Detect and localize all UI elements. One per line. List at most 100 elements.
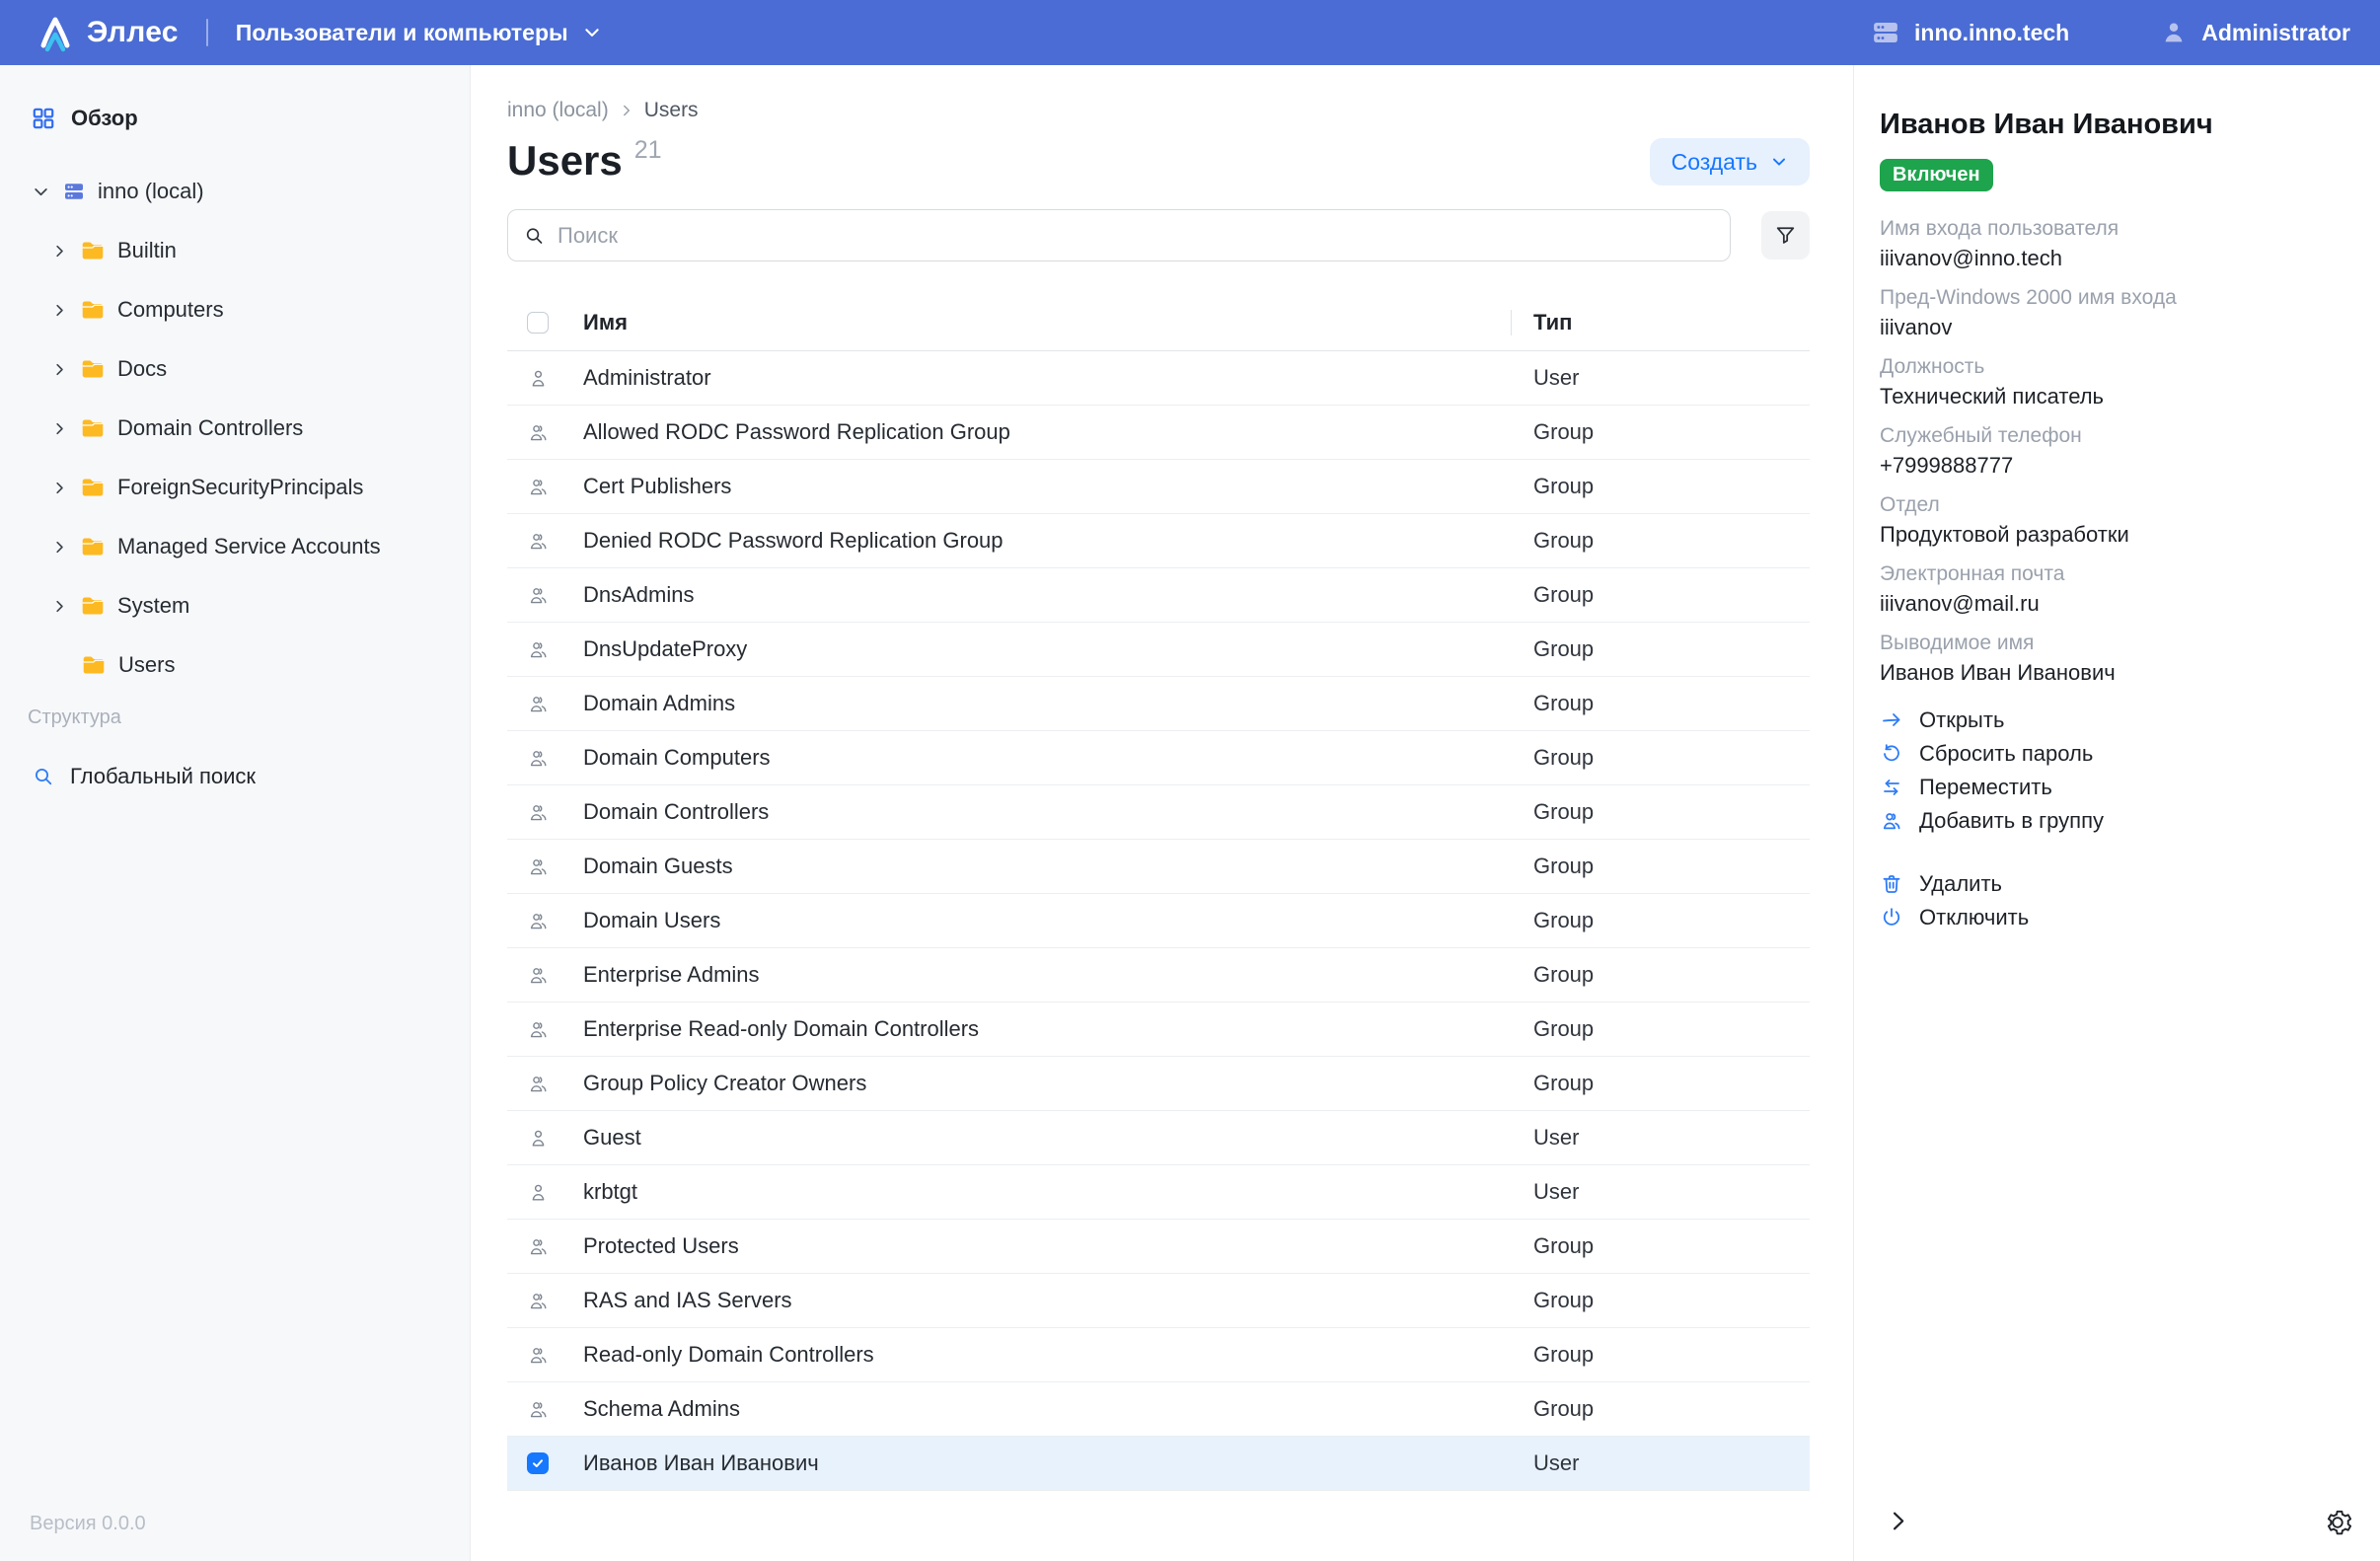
chevron-right-icon[interactable] xyxy=(51,480,68,496)
row-name: Domain Controllers xyxy=(583,799,1511,825)
column-header-type[interactable]: Тип xyxy=(1511,310,1810,335)
chevron-down-icon[interactable] xyxy=(32,183,50,201)
field-label: Должность xyxy=(1880,355,2350,379)
table-row[interactable]: Schema Admins Group xyxy=(507,1382,1810,1437)
objects-table: Имя Тип xyxy=(507,294,1810,1491)
global-search-item[interactable]: Глобальный поиск xyxy=(0,757,470,796)
chevron-right-icon[interactable] xyxy=(51,420,68,437)
row-name: Иванов Иван Иванович xyxy=(583,1450,1511,1476)
chevron-right-icon[interactable] xyxy=(51,302,68,319)
gear-icon[interactable] xyxy=(2323,1508,2352,1537)
tree-item-folder[interactable]: Domain Controllers xyxy=(0,399,470,458)
row-type: Group xyxy=(1511,1342,1810,1368)
overview-label: Обзор xyxy=(71,106,138,131)
row-name: Schema Admins xyxy=(583,1396,1511,1422)
select-all-checkbox[interactable] xyxy=(527,312,549,334)
table-row[interactable]: Domain Computers Group xyxy=(507,731,1810,785)
delete-action[interactable]: Удалить xyxy=(1880,867,2350,901)
row-name: DnsUpdateProxy xyxy=(583,636,1511,662)
table-row[interactable]: DnsAdmins Group xyxy=(507,568,1810,623)
account-indicator[interactable]: Administrator xyxy=(2160,19,2350,46)
column-header-name[interactable]: Имя xyxy=(583,310,1511,335)
row-type: Group xyxy=(1511,1071,1810,1096)
chevron-right-icon[interactable] xyxy=(51,243,68,260)
field-label: Имя входа пользователя xyxy=(1880,217,2350,241)
details-fields: Имя входа пользователяiiivanov@inno.tech… xyxy=(1880,217,2350,686)
tree-item-folder[interactable]: ForeignSecurityPrincipals xyxy=(0,458,470,517)
tree-item-folder[interactable]: Managed Service Accounts xyxy=(0,517,470,576)
collapse-panel-button[interactable] xyxy=(1886,1509,1910,1533)
folder-icon xyxy=(80,593,106,619)
folder-icon xyxy=(80,534,106,559)
table-row[interactable]: Group Policy Creator Owners Group xyxy=(507,1057,1810,1111)
breadcrumb-root[interactable]: inno (local) xyxy=(507,99,609,122)
tree-item-label: System xyxy=(117,593,189,619)
table-row[interactable]: Domain Admins Group xyxy=(507,677,1810,731)
table-row[interactable]: DnsUpdateProxy Group xyxy=(507,623,1810,677)
domain-indicator[interactable]: inno.inno.tech xyxy=(1871,18,2069,47)
reset-password-action[interactable]: Сбросить пароль xyxy=(1880,737,2350,771)
breadcrumb: inno (local) Users xyxy=(507,99,1810,122)
search-input[interactable] xyxy=(507,209,1731,261)
actions-primary: Открыть Сбросить пароль Переместить xyxy=(1880,704,2350,838)
row-type: Group xyxy=(1511,474,1810,499)
table-row[interactable]: Enterprise Read-only Domain Controllers … xyxy=(507,1003,1810,1057)
create-button[interactable]: Создать xyxy=(1650,138,1810,186)
field-value: iiivanov xyxy=(1880,315,2350,340)
tree-item-label: Computers xyxy=(117,297,224,323)
table-row[interactable]: Enterprise Admins Group xyxy=(507,948,1810,1003)
open-action[interactable]: Открыть xyxy=(1880,704,2350,737)
move-action[interactable]: Переместить xyxy=(1880,771,2350,804)
server-icon xyxy=(1871,18,1900,47)
tree-item-label: Builtin xyxy=(117,238,177,263)
funnel-icon xyxy=(1773,223,1798,248)
field-value: Технический писатель xyxy=(1880,384,2350,409)
folder-icon xyxy=(80,297,106,323)
table-row[interactable]: Domain Users Group xyxy=(507,894,1810,948)
tree-item-folder[interactable]: Docs xyxy=(0,339,470,399)
table-row[interactable]: Denied RODC Password Replication Group G… xyxy=(507,514,1810,568)
tree-item-users[interactable]: Users xyxy=(0,635,470,695)
chevron-right-icon[interactable] xyxy=(51,539,68,556)
sidebar-item-overview[interactable]: Обзор xyxy=(0,101,470,136)
row-type: Group xyxy=(1511,582,1810,608)
group-icon xyxy=(527,801,550,824)
row-name: Domain Users xyxy=(583,908,1511,933)
folder-icon xyxy=(80,238,106,263)
group-icon xyxy=(527,638,550,661)
table-row[interactable]: Иванов Иван Иванович User xyxy=(507,1437,1810,1491)
table-row[interactable]: RAS and IAS Servers Group xyxy=(507,1274,1810,1328)
table-row[interactable]: Administrator User xyxy=(507,351,1810,406)
chevron-right-icon[interactable] xyxy=(51,361,68,378)
breadcrumb-current[interactable]: Users xyxy=(644,99,699,122)
tree-item-folder[interactable]: System xyxy=(0,576,470,635)
global-search-label: Глобальный поиск xyxy=(70,764,256,789)
table-row[interactable]: Protected Users Group xyxy=(507,1220,1810,1274)
disable-action[interactable]: Отключить xyxy=(1880,901,2350,934)
row-name: Domain Admins xyxy=(583,691,1511,716)
table-row[interactable]: krbtgt User xyxy=(507,1165,1810,1220)
table-row[interactable]: Guest User xyxy=(507,1111,1810,1165)
add-to-group-action[interactable]: Добавить в группу xyxy=(1880,804,2350,838)
group-icon xyxy=(527,1290,550,1312)
row-checkbox[interactable] xyxy=(527,1452,549,1474)
tree-root-inno-local[interactable]: inno (local) xyxy=(0,162,470,221)
module-switcher[interactable]: Пользователи и компьютеры xyxy=(236,20,602,46)
search-icon xyxy=(523,224,546,247)
module-switcher-label: Пользователи и компьютеры xyxy=(236,20,568,46)
tree-item-folder[interactable]: Builtin xyxy=(0,221,470,280)
tree-item-folder[interactable]: Computers xyxy=(0,280,470,339)
filter-button[interactable] xyxy=(1761,211,1810,260)
table-row[interactable]: Domain Controllers Group xyxy=(507,785,1810,840)
table-body: Administrator User xyxy=(507,351,1810,1491)
row-name: RAS and IAS Servers xyxy=(583,1288,1511,1313)
row-type: Group xyxy=(1511,1016,1810,1042)
table-row[interactable]: Cert Publishers Group xyxy=(507,460,1810,514)
chevron-right-icon[interactable] xyxy=(51,598,68,615)
table-row[interactable]: Read-only Domain Controllers Group xyxy=(507,1328,1810,1382)
brand-title: Эллес xyxy=(87,16,179,49)
table-row[interactable]: Allowed RODC Password Replication Group … xyxy=(507,406,1810,460)
group-icon xyxy=(527,747,550,770)
table-row[interactable]: Domain Guests Group xyxy=(507,840,1810,894)
version-label: Версия 0.0.0 xyxy=(30,1513,146,1535)
